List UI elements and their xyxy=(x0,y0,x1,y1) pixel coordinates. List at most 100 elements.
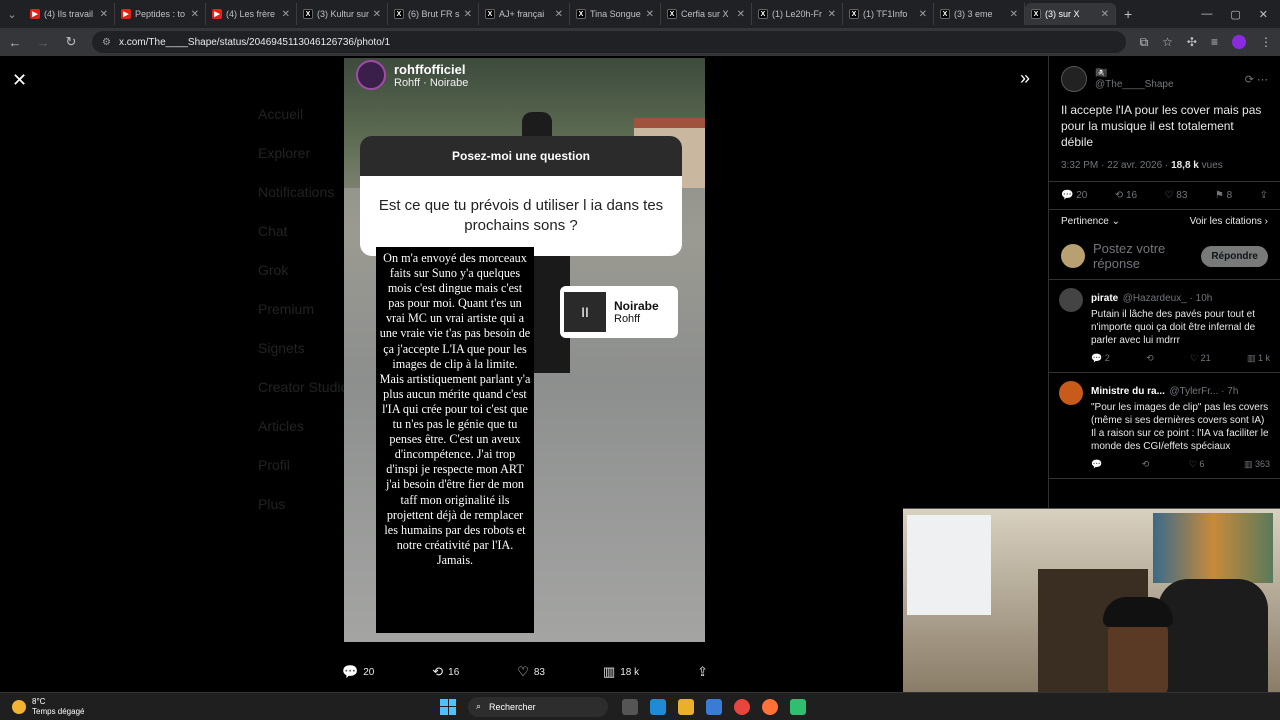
reply-submit-button[interactable]: Répondre xyxy=(1201,245,1268,267)
reply-author[interactable]: Ministre du ra... xyxy=(1091,386,1165,397)
search-icon: ⌕ xyxy=(476,701,482,711)
tab-close-icon[interactable]: ✕ xyxy=(646,9,654,20)
repost-stat[interactable]: ⟲ 16 xyxy=(1115,190,1137,201)
install-icon[interactable]: ⧉ xyxy=(1140,35,1149,50)
bookmark-stat[interactable]: ⚑ 8 xyxy=(1215,190,1232,201)
tab-8[interactable]: X (1) Le20h-Fr ✕ xyxy=(752,3,843,25)
reply-icon[interactable]: 💬 2 xyxy=(1091,353,1110,364)
author-avatar[interactable] xyxy=(1061,66,1087,92)
menu-icon[interactable]: ≡ xyxy=(1211,35,1218,50)
media-action-bar: 💬 20 ⟲ 16 ♡ 83 ▥ 18 k ⇪ xyxy=(342,664,708,680)
collapse-panel-icon[interactable]: » xyxy=(1020,68,1030,89)
tab-0[interactable]: ▶ (4) Ils travail ✕ xyxy=(24,3,115,25)
bg-nav-item: Profil xyxy=(258,457,290,473)
tab-title: Cerfia sur X xyxy=(681,9,729,19)
minimize-icon[interactable]: — xyxy=(1201,8,1212,21)
tab-title: (3) Kultur sur xyxy=(317,9,369,19)
heart-icon[interactable]: ♡ 21 xyxy=(1190,353,1211,364)
grok-icon[interactable]: ⟳ ⋯ xyxy=(1245,73,1268,86)
tab-close-icon[interactable]: ✕ xyxy=(737,9,745,20)
edge-icon[interactable] xyxy=(650,698,666,715)
reply-stat[interactable]: 💬 20 xyxy=(1061,190,1087,201)
tab-title: (6) Brut FR s xyxy=(408,9,460,19)
tab-title: (3) 3 eme xyxy=(954,9,993,19)
tab-1[interactable]: ▶ Peptides : to ✕ xyxy=(115,3,206,25)
sort-dropdown[interactable]: Pertinence ⌄ xyxy=(1061,216,1120,227)
start-icon[interactable] xyxy=(440,698,456,715)
tab-6[interactable]: X Tina Songue ✕ xyxy=(570,3,661,25)
bg-nav-item: Plus xyxy=(258,496,286,512)
repost-button[interactable]: ⟲ 16 xyxy=(432,664,459,680)
maximize-icon[interactable]: ▢ xyxy=(1230,8,1240,21)
share-button[interactable]: ⇪ xyxy=(697,664,708,680)
reply-item[interactable]: Ministre du ra... @TylerFr... · 7h "Pour… xyxy=(1049,373,1280,479)
extensions-icon[interactable]: ✣ xyxy=(1187,35,1197,50)
reply-icon[interactable]: 💬 xyxy=(1091,459,1102,470)
repost-icon[interactable]: ⟲ xyxy=(1142,459,1150,470)
tab-title: (4) Ils travail xyxy=(44,9,94,19)
more-icon[interactable]: ⋮ xyxy=(1260,35,1272,50)
reply-button[interactable]: 💬 20 xyxy=(342,664,374,680)
address-bar: ← → ↻ ⚙ x.com/The____Shape/status/204694… xyxy=(0,28,1280,56)
weather-widget[interactable]: 8°C Temps dégagé xyxy=(0,697,440,717)
new-tab-button[interactable]: + xyxy=(1116,6,1140,22)
share-icon[interactable]: ⇪ xyxy=(1260,190,1268,201)
views-icon[interactable]: ▥ 363 xyxy=(1244,459,1270,470)
x-icon: X xyxy=(485,9,495,19)
tab-close-icon[interactable]: ✕ xyxy=(282,9,290,20)
tab-close-icon[interactable]: ✕ xyxy=(464,9,472,20)
url-text: x.com/The____Shape/status/20469451130461… xyxy=(118,36,391,48)
author-name[interactable]: 🏴‍☠️ xyxy=(1095,68,1174,79)
reply-input[interactable]: Postez votre réponse xyxy=(1093,241,1193,271)
reply-avatar[interactable] xyxy=(1059,381,1083,405)
tab-close-icon[interactable]: ✕ xyxy=(919,9,927,20)
file-explorer-icon[interactable] xyxy=(678,698,694,715)
firefox-icon[interactable] xyxy=(762,698,778,715)
forward-icon[interactable]: → xyxy=(36,35,50,50)
chrome-icon[interactable] xyxy=(734,698,750,715)
tab-3[interactable]: X (3) Kultur sur ✕ xyxy=(297,3,388,25)
author-handle[interactable]: @The____Shape xyxy=(1095,79,1174,90)
tab-11[interactable]: X (3) sur X ✕ xyxy=(1025,3,1116,25)
site-info-icon[interactable]: ⚙ xyxy=(102,37,111,48)
tab-close-icon[interactable]: ✕ xyxy=(828,9,836,20)
x-icon: X xyxy=(1031,9,1041,19)
quotes-link[interactable]: Voir les citations › xyxy=(1190,216,1268,227)
tab-2[interactable]: ▶ (4) Les frère ✕ xyxy=(206,3,297,25)
tab-close-icon[interactable]: ✕ xyxy=(191,9,199,20)
taskbar-search[interactable]: ⌕ Rechercher xyxy=(468,696,608,717)
task-view-icon[interactable] xyxy=(622,698,638,715)
reply-avatar[interactable] xyxy=(1059,288,1083,312)
tab-close-icon[interactable]: ✕ xyxy=(373,9,381,20)
bookmark-star-icon[interactable]: ☆ xyxy=(1162,35,1173,50)
reply-item[interactable]: pirate @Hazardeux_ · 10h Putain il lâche… xyxy=(1049,280,1280,373)
tab-7[interactable]: X Cerfia sur X ✕ xyxy=(661,3,752,25)
heart-icon[interactable]: ♡ 6 xyxy=(1189,459,1205,470)
tab-close-icon[interactable]: ✕ xyxy=(555,9,563,20)
back-icon[interactable]: ← xyxy=(8,35,22,50)
tab-close-icon[interactable]: ✕ xyxy=(1010,9,1018,20)
tab-5[interactable]: X AJ+ françai ✕ xyxy=(479,3,570,25)
like-button[interactable]: ♡ 83 xyxy=(517,664,545,680)
url-input[interactable]: ⚙ x.com/The____Shape/status/204694511304… xyxy=(92,31,1126,53)
close-icon[interactable]: ✕ xyxy=(12,70,27,91)
like-stat[interactable]: ♡ 83 xyxy=(1165,190,1188,201)
tab-close-icon[interactable]: ✕ xyxy=(1101,9,1109,20)
x-icon: X xyxy=(303,9,313,19)
app-icon[interactable] xyxy=(790,698,806,715)
close-window-icon[interactable]: ✕ xyxy=(1259,8,1268,21)
views-button[interactable]: ▥ 18 k xyxy=(603,664,639,680)
tab-9[interactable]: X (1) TF1Info ✕ xyxy=(843,3,934,25)
tab-4[interactable]: X (6) Brut FR s ✕ xyxy=(388,3,479,25)
tab-search-icon[interactable]: ⌄ xyxy=(0,2,24,26)
tab-close-icon[interactable]: ✕ xyxy=(100,9,108,20)
views-icon[interactable]: ▥ 1 k xyxy=(1247,353,1270,364)
gaming-chair xyxy=(1158,579,1268,692)
reload-icon[interactable]: ↻ xyxy=(64,34,78,50)
sort-row: Pertinence ⌄ Voir les citations › xyxy=(1049,210,1280,233)
repost-icon[interactable]: ⟲ xyxy=(1146,353,1154,364)
profile-avatar[interactable] xyxy=(1232,34,1246,49)
store-icon[interactable] xyxy=(706,698,722,715)
tab-10[interactable]: X (3) 3 eme ✕ xyxy=(934,3,1025,25)
reply-author[interactable]: pirate xyxy=(1091,293,1118,304)
